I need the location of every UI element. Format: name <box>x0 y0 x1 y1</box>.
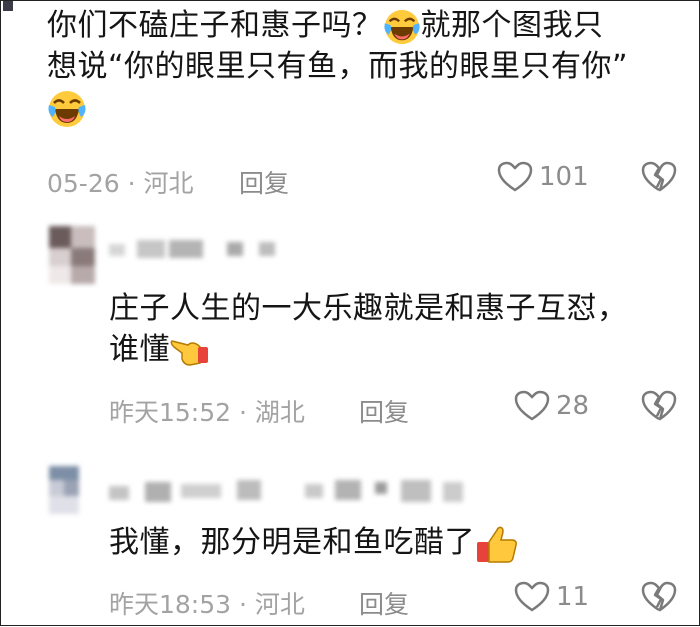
comment-text: 我懂，那分明是和鱼吃醋了 <box>109 522 519 564</box>
laughing-crying-emoji-icon <box>47 89 87 129</box>
like-button[interactable]: 11 <box>514 581 589 613</box>
meta-separator: · <box>127 169 136 198</box>
comment-1: 你们不磕庄子和惠子吗？ 就那个图我只 想说“你的眼里只有鱼，而我的眼里只有你” … <box>1 1 700 201</box>
broken-heart-icon <box>641 161 677 193</box>
reply-comment-2: 庄子人生的一大乐趣就是和惠子互怼， 谁懂 昨天15:52 · 湖北 回复 28 <box>1 216 700 436</box>
comment-meta: 昨天15:52 · 湖北 <box>109 393 305 429</box>
like-count: 11 <box>556 582 590 612</box>
like-button[interactable]: 28 <box>514 390 589 422</box>
reply-button[interactable]: 回复 <box>359 585 409 621</box>
heart-icon <box>497 161 533 193</box>
comment-date: 昨天18:53 <box>109 590 232 619</box>
comment-date: 05-26 <box>47 169 120 198</box>
comment-meta: 05-26 · 河北 <box>47 164 194 200</box>
comment-text: 你们不磕庄子和惠子吗？ 就那个图我只 想说“你的眼里只有鱼，而我的眼里只有你” <box>47 5 687 129</box>
dislike-button[interactable] <box>641 390 677 422</box>
dislike-button[interactable] <box>641 161 677 193</box>
broken-heart-icon <box>641 390 677 422</box>
like-count: 101 <box>539 162 589 192</box>
comment-location: 湖北 <box>254 398 305 427</box>
reply-button[interactable]: 回复 <box>239 164 289 200</box>
reply-comment-3: 我懂，那分明是和鱼吃醋了 昨天18:53 · 河北 回复 11 <box>1 456 700 627</box>
comment-date: 昨天15:52 <box>109 398 232 427</box>
comment-text-line1: 你们不磕庄子和惠子吗？ <box>47 8 383 43</box>
dislike-button[interactable] <box>641 581 677 613</box>
broken-heart-icon <box>641 581 677 613</box>
meta-separator: · <box>239 398 247 427</box>
avatar[interactable] <box>49 226 95 284</box>
avatar[interactable] <box>3 1 13 11</box>
comment-text-line2: 谁懂 <box>109 332 170 367</box>
username[interactable] <box>109 476 469 506</box>
comment-meta: 昨天18:53 · 河北 <box>109 585 305 621</box>
comment-location: 河北 <box>143 169 194 198</box>
like-button[interactable]: 101 <box>497 161 589 193</box>
pointing-hand-emoji-icon <box>170 333 210 369</box>
thumbs-up-emoji-icon <box>475 524 519 564</box>
meta-separator: · <box>239 590 247 619</box>
heart-icon <box>514 390 550 422</box>
comment-text: 庄子人生的一大乐趣就是和惠子互怼， 谁懂 <box>109 288 628 370</box>
comment-text-line1: 我懂，那分明是和鱼吃醋了 <box>109 525 475 560</box>
laughing-crying-emoji-icon <box>383 8 421 46</box>
comment-location: 河北 <box>254 590 305 619</box>
like-count: 28 <box>556 391 590 421</box>
comment-text-line2: 想说“你的眼里只有鱼，而我的眼里只有你” <box>47 49 629 84</box>
comment-text-line1: 庄子人生的一大乐趣就是和惠子互怼， <box>109 291 628 326</box>
avatar[interactable] <box>49 466 79 514</box>
username[interactable] <box>109 238 279 260</box>
reply-button[interactable]: 回复 <box>359 393 409 429</box>
comment-text-line1b: 就那个图我只 <box>420 8 604 43</box>
heart-icon <box>514 581 550 613</box>
